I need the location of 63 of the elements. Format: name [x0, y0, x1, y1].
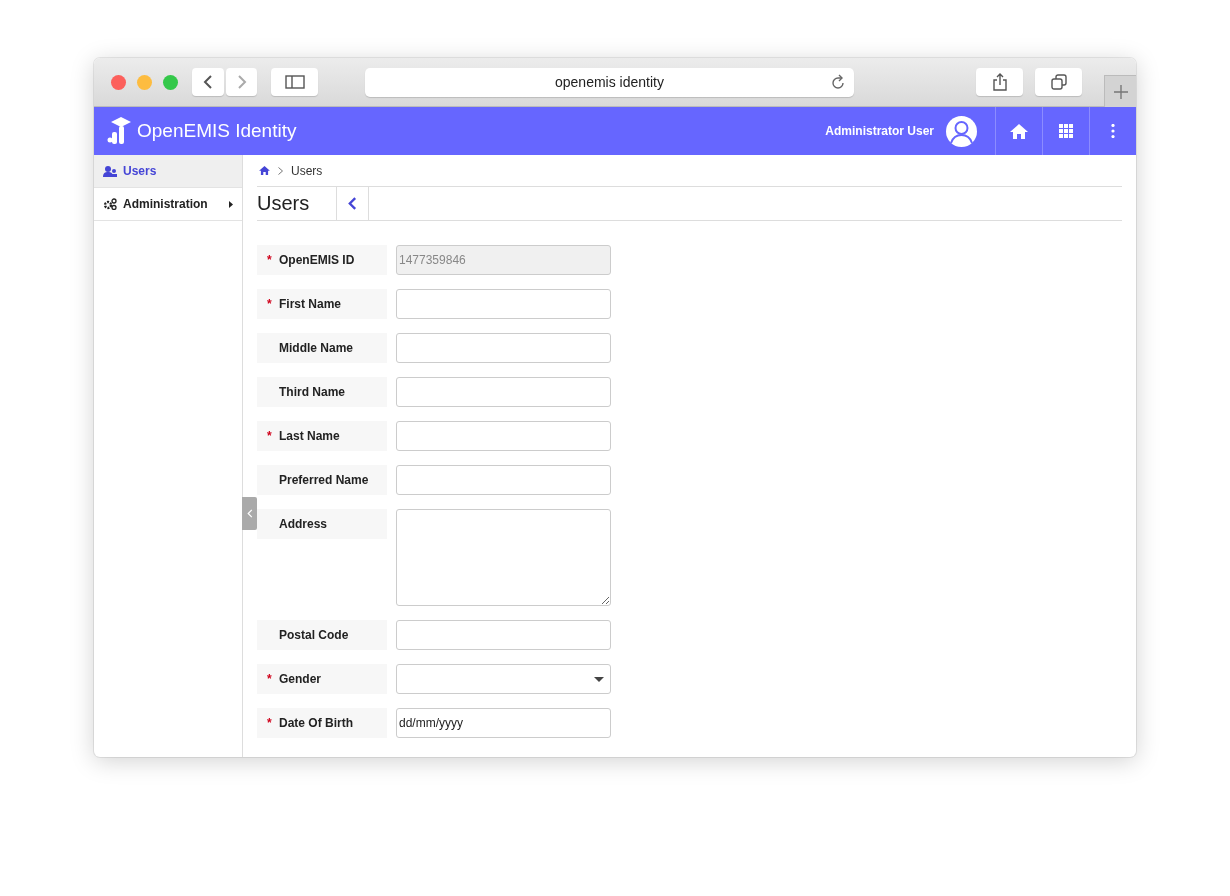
close-icon[interactable]	[111, 74, 126, 90]
app-title: OpenEMIS Identity	[137, 120, 298, 142]
back-button[interactable]	[336, 187, 369, 220]
grid-icon	[1059, 124, 1073, 138]
field-label: Middle Name	[279, 341, 353, 355]
address-bar[interactable]: openemis identity	[365, 67, 854, 97]
text-field[interactable]	[396, 289, 611, 319]
sidebar-label: Administration	[123, 197, 209, 211]
page-title: Users	[257, 192, 311, 215]
breadcrumb-current: Users	[291, 163, 323, 178]
field-label: Third Name	[279, 385, 345, 399]
field-label: First Name	[279, 297, 342, 311]
chevron-right-icon	[236, 75, 247, 89]
back-button[interactable]	[192, 68, 224, 96]
plus-icon	[1112, 83, 1129, 100]
field-label: Postal Code	[279, 628, 349, 642]
home-icon[interactable]	[259, 166, 270, 175]
text-field[interactable]	[396, 421, 611, 451]
collapse-handle[interactable]	[242, 497, 257, 530]
gears-icon	[103, 198, 117, 210]
required-mark: *	[267, 716, 272, 730]
chevron-left-icon	[246, 509, 253, 518]
reload-icon[interactable]	[830, 73, 846, 91]
field-label: Gender	[279, 672, 321, 686]
address-text: openemis identity	[555, 74, 664, 90]
field-label: Last Name	[279, 429, 340, 443]
required-mark: *	[267, 253, 272, 267]
more-icon	[1111, 124, 1115, 138]
caret-icon	[594, 676, 604, 682]
required-mark: *	[267, 429, 272, 443]
sidebar-icon	[284, 75, 305, 89]
text-field[interactable]	[396, 465, 611, 495]
sidebar-toggle-button[interactable]	[271, 68, 318, 96]
required-mark: *	[267, 672, 272, 686]
field-label: OpenEMIS ID	[279, 253, 355, 267]
sidebar-label: Users	[123, 164, 158, 178]
text-field[interactable]	[396, 620, 611, 650]
new-tab-button[interactable]	[1104, 75, 1136, 107]
chevron-left-icon	[203, 75, 213, 89]
minimize-icon[interactable]	[137, 74, 152, 90]
sidebar-item[interactable]: Users	[94, 155, 242, 188]
date-field[interactable]: dd/mm/yyyy	[396, 708, 611, 738]
logo-icon	[107, 116, 131, 146]
share-icon	[992, 73, 1007, 91]
chevron-left-icon	[348, 197, 357, 210]
avatar-icon[interactable]	[946, 115, 977, 147]
tabs-icon	[1050, 74, 1067, 90]
maximize-icon[interactable]	[163, 74, 178, 90]
field-label: Date Of Birth	[279, 716, 353, 730]
text-field[interactable]	[396, 377, 611, 407]
text-field[interactable]	[396, 333, 611, 363]
users-icon	[103, 165, 117, 177]
sidebar-item[interactable]: Administration	[94, 188, 242, 221]
tabs-button[interactable]	[1035, 68, 1082, 96]
home-icon	[1010, 123, 1028, 139]
field-label: Preferred Name	[279, 473, 369, 487]
separator-icon	[278, 166, 283, 175]
address-field[interactable]	[396, 509, 611, 606]
dropdown-field[interactable]	[396, 664, 611, 694]
user-name: Administrator User	[825, 124, 934, 138]
required-mark: *	[267, 297, 272, 311]
field-label: Address	[279, 517, 328, 531]
share-button[interactable]	[976, 68, 1023, 96]
